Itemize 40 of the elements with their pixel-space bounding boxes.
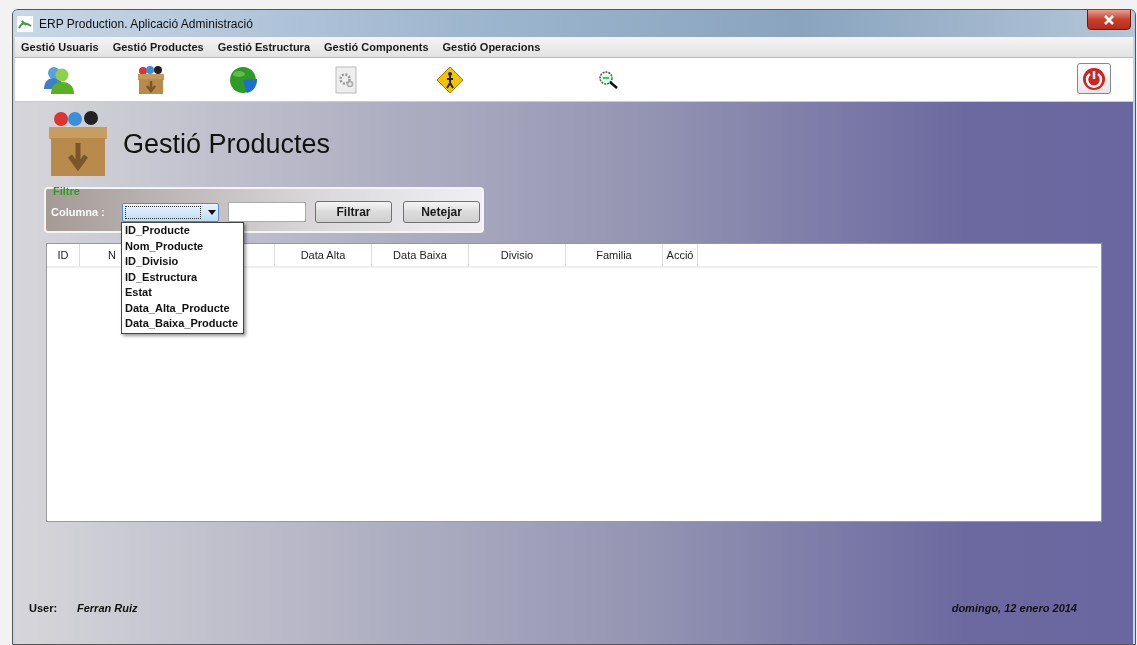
box-icon[interactable] bbox=[136, 64, 166, 95]
column-dropdown[interactable] bbox=[122, 202, 219, 222]
box-icon bbox=[47, 111, 109, 177]
column-header[interactable]: Acció bbox=[663, 244, 698, 266]
caret-icon bbox=[208, 209, 216, 215]
menu-item[interactable]: Gestió Operacions bbox=[442, 41, 541, 53]
dropdown-option[interactable]: Data_Alta_Producte bbox=[125, 300, 243, 316]
column-header[interactable]: ID bbox=[47, 244, 80, 266]
search-icon[interactable] bbox=[597, 68, 619, 91]
pedestrian-sign-icon[interactable] bbox=[436, 65, 464, 94]
page-title: Gestió Productes bbox=[123, 128, 331, 160]
app-icon bbox=[17, 15, 33, 32]
column-header[interactable]: Divisio bbox=[469, 244, 566, 266]
filter-input-field[interactable] bbox=[228, 202, 306, 222]
column-label: Columna : bbox=[51, 206, 106, 218]
dropdown-option[interactable]: ID_Divisio bbox=[125, 254, 243, 270]
power-button[interactable] bbox=[1077, 63, 1111, 94]
globe-icon[interactable] bbox=[229, 65, 259, 94]
dropdown-option[interactable]: ID_Estructura bbox=[125, 269, 243, 285]
close-button[interactable] bbox=[1087, 10, 1131, 30]
close-icon bbox=[1103, 14, 1115, 25]
column-header[interactable]: Familia bbox=[566, 244, 663, 266]
menu-item[interactable]: Gestió Productes bbox=[112, 41, 204, 53]
dropdown-option[interactable]: Estat bbox=[125, 285, 243, 301]
menu-item[interactable]: Gestió Estructura bbox=[217, 41, 311, 53]
dropdown-option[interactable]: Data_Baixa_Producte bbox=[125, 316, 243, 332]
column-header[interactable]: Data Alta bbox=[275, 244, 372, 266]
dropdown-option[interactable]: Nom_Producte bbox=[125, 238, 243, 254]
filter-button[interactable]: Filtrar bbox=[315, 201, 392, 223]
dropdown-option[interactable]: ID_Producte bbox=[125, 223, 243, 239]
filter-button[interactable]: Netejar bbox=[403, 201, 480, 223]
date-text: domingo, 12 enero 2014 bbox=[951, 601, 1077, 614]
user-name: Ferran Ruiz bbox=[77, 601, 138, 614]
user-label: User: bbox=[29, 601, 59, 614]
column-header[interactable]: Data Baixa bbox=[372, 244, 469, 266]
gear-document-icon[interactable] bbox=[335, 65, 357, 94]
menu-item[interactable]: Gestió Usuaris bbox=[21, 41, 99, 53]
menu-item[interactable]: Gestió Components bbox=[324, 41, 429, 53]
users-icon[interactable] bbox=[43, 64, 75, 95]
window-title: ERP Production. Aplicació Administració bbox=[39, 16, 253, 31]
